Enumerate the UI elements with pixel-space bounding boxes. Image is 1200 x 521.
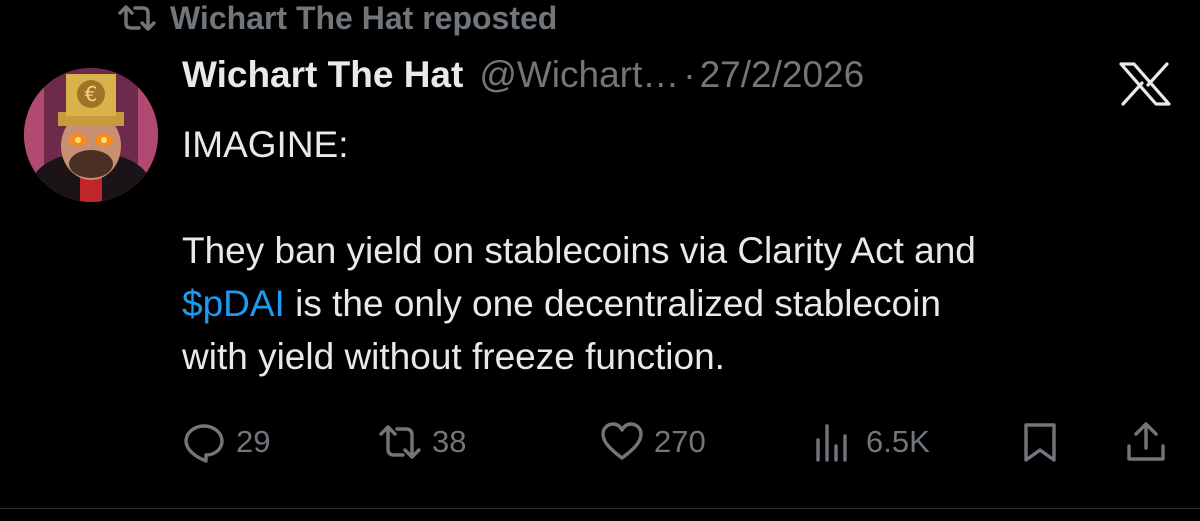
x-logo-icon[interactable] bbox=[1118, 62, 1172, 106]
bookmark-icon bbox=[1024, 423, 1056, 462]
like-button[interactable]: 270 bbox=[600, 420, 706, 464]
share-icon bbox=[1127, 422, 1165, 461]
repost-button[interactable]: 38 bbox=[378, 420, 466, 464]
heart-icon bbox=[601, 422, 643, 460]
bookmark-button[interactable] bbox=[1018, 420, 1062, 464]
views-button[interactable]: 6.5K bbox=[812, 420, 930, 464]
share-button[interactable] bbox=[1124, 420, 1168, 464]
svg-text:€: € bbox=[85, 82, 98, 106]
action-bar: 29 38 270 6.5K bbox=[0, 412, 1200, 472]
meta-separator: · bbox=[683, 54, 696, 95]
post-line-4: with yield without freeze function. bbox=[182, 336, 725, 377]
views-icon bbox=[816, 424, 847, 462]
author-handle[interactable]: @Wichart… bbox=[479, 54, 679, 96]
author-name[interactable]: Wichart The Hat bbox=[182, 54, 463, 96]
repost-icon bbox=[379, 425, 421, 459]
like-count: 270 bbox=[654, 424, 706, 459]
reply-icon bbox=[184, 424, 224, 463]
repost-count: 38 bbox=[432, 424, 467, 459]
post-date[interactable]: 27/2/2026 bbox=[700, 54, 865, 96]
repost-indicator: Wichart The Hat reposted bbox=[118, 0, 557, 36]
reply-button[interactable]: 29 bbox=[182, 420, 270, 464]
divider bbox=[0, 508, 1200, 509]
cashtag-link[interactable]: $pDAI bbox=[182, 283, 285, 324]
avatar-image: € bbox=[24, 68, 158, 202]
post-line-2: They ban yield on stablecoins via Clarit… bbox=[182, 230, 976, 271]
views-count: 6.5K bbox=[866, 424, 930, 459]
post-line-3-text: is the only one decentralized stablecoin bbox=[284, 283, 941, 324]
post-line-1: IMAGINE: bbox=[182, 124, 349, 165]
post-line-3: $pDAI is the only one decentralized stab… bbox=[182, 277, 1172, 330]
repost-text[interactable]: Wichart The Hat reposted bbox=[170, 0, 557, 37]
avatar[interactable]: € bbox=[24, 68, 158, 202]
post-text: IMAGINE: They ban yield on stablecoins v… bbox=[182, 118, 1172, 383]
repost-icon bbox=[118, 5, 156, 31]
post-header: Wichart The Hat @Wichart… · 27/2/2026 bbox=[182, 54, 864, 104]
reply-count: 29 bbox=[236, 424, 271, 459]
